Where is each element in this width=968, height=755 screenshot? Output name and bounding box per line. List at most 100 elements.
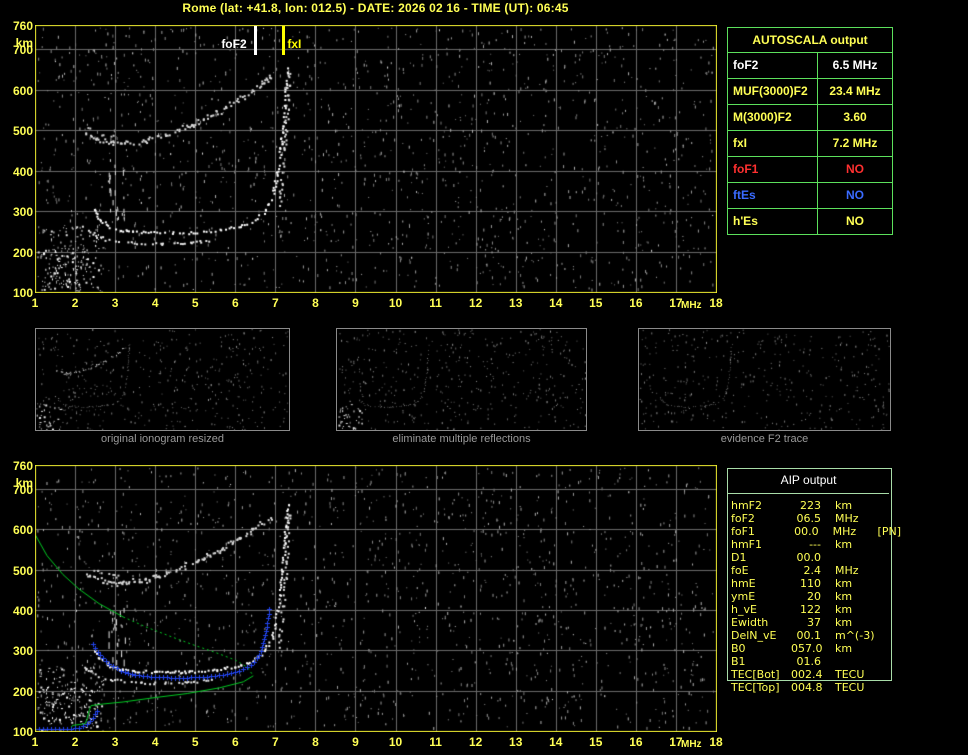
aip-table-separator [728, 493, 889, 494]
aip-param-unit: km [835, 642, 853, 655]
aip-param-value: 2.4 [803, 564, 822, 577]
aip-row-hmE: hmE 110 km [731, 577, 901, 590]
aip-param-value: 110 [800, 577, 821, 590]
aip-row-DelN_vE: DelN_vE 00.1 m^(-3) [731, 629, 901, 642]
bottom-ionogram-plot [35, 465, 717, 732]
y-axis-unit-label: km [15, 476, 33, 490]
aip-param-value: 002.4 [791, 668, 823, 681]
thumbnail-evidence-f2 [638, 328, 891, 431]
aip-row-foF1: foF1 00.0 MHz [PN] [731, 525, 901, 538]
aip-param-value: 122 [800, 603, 821, 616]
x-tick-label: 15 [589, 296, 603, 310]
aip-param-value: 06.5 [796, 512, 822, 525]
y-tick-label: 600 [12, 523, 33, 538]
y-axis-unit-label: km [15, 36, 33, 50]
aip-param-value: 01.6 [796, 655, 822, 668]
thumbnail-caption-eliminate: eliminate multiple reflections [392, 433, 531, 445]
aip-param-label: foF2 [731, 512, 755, 525]
autoscala-param-value: 23.4 MHz [829, 84, 881, 98]
y-tick-label: 300 [12, 205, 33, 220]
autoscala-param-value: NO [846, 214, 864, 228]
thumbnail-eliminate-reflections [336, 328, 587, 431]
aip-param-value: 057.0 [791, 642, 823, 655]
x-tick-label: 11 [429, 735, 442, 749]
autoscala-row-foF1: foF1 NO [728, 157, 892, 183]
y-tick-label: 600 [12, 83, 33, 98]
foF2-marker-label: foF2 [221, 37, 247, 51]
x-axis-unit-label: MHz [681, 739, 702, 750]
x-tick-label: 13 [509, 296, 523, 310]
x-tick-label: 5 [191, 735, 199, 749]
x-tick-label: 5 [191, 296, 199, 310]
x-tick-label: 12 [468, 296, 483, 310]
x-tick-label: 11 [429, 296, 442, 310]
y-tick-label: 200 [12, 245, 33, 260]
autoscala-row-M(3000)F2: M(3000)F2 3.60 [728, 105, 892, 131]
aip-param-unit: km [835, 577, 853, 590]
x-tick-label: 8 [312, 296, 319, 310]
y-tick-label: 760 [12, 19, 33, 33]
fxI-marker-line [282, 26, 286, 55]
foF2-marker-line [254, 26, 258, 55]
aip-param-unit [821, 551, 875, 564]
aip-param-value: 004.8 [791, 681, 823, 694]
y-tick-label: 500 [12, 563, 33, 578]
aip-row-h_vE: h_vE 122 km [731, 603, 901, 616]
y-tick-label: 760 [12, 459, 33, 473]
aip-param-unit: km [835, 590, 853, 603]
aip-param-note: [PN] [877, 525, 901, 538]
x-tick-label: 7 [272, 735, 279, 749]
aip-row-hmF1: hmF1 --- km [731, 538, 901, 551]
thumbnail-original-canvas [36, 329, 289, 430]
x-tick-label: 14 [549, 735, 563, 749]
x-tick-label: 7 [272, 296, 279, 310]
aip-param-label: TEC[Top] [731, 681, 780, 694]
autoscala-param-label: MUF(3000)F2 [728, 79, 818, 104]
autoscala-table-title: AUTOSCALA output [728, 28, 892, 53]
aip-param-label: TEC[Bot] [731, 668, 780, 681]
autoscala-param-label: foF1 [728, 157, 818, 182]
aip-param-label: foE [731, 564, 749, 577]
x-tick-label: 10 [388, 735, 403, 749]
x-tick-label: 3 [111, 296, 119, 310]
aip-param-label: ymE [731, 590, 756, 603]
y-tick-label: 300 [12, 644, 33, 659]
aip-param-value: --- [809, 538, 821, 551]
x-tick-label: 9 [352, 296, 359, 310]
aip-param-unit: km [835, 499, 853, 512]
x-tick-label: 2 [71, 296, 79, 310]
aip-row-hmF2: hmF2 223 km [731, 499, 901, 512]
autoscala-param-label: h'Es [728, 209, 818, 234]
autoscala-param-value: 3.60 [843, 110, 867, 124]
aip-row-foE: foE 2.4 MHz [731, 564, 901, 577]
autoscala-row-h'Es: h'Es NO [728, 209, 892, 234]
x-tick-label: 18 [709, 735, 723, 749]
aip-row-D1: D1 00.0 [731, 551, 901, 564]
thumbnail-caption-original: original ionogram resized [101, 433, 224, 445]
aip-param-unit [821, 655, 875, 668]
aip-param-label: hmE [731, 577, 756, 590]
aip-param-label: D1 [731, 551, 747, 564]
aip-param-unit: MHz [832, 525, 857, 538]
aip-param-label: hmF2 [731, 499, 763, 512]
autoscala-row-MUF(3000)F2: MUF(3000)F2 23.4 MHz [728, 79, 892, 105]
thumbnail-evidence-canvas [639, 329, 890, 430]
x-tick-label: 6 [231, 735, 239, 749]
y-tick-label: 400 [12, 604, 33, 619]
aip-param-value: 37 [807, 616, 821, 629]
aip-param-label: foF1 [731, 525, 755, 538]
x-tick-label: 8 [312, 735, 319, 749]
x-tick-label: 12 [468, 735, 483, 749]
autoscala-row-ftEs: ftEs NO [728, 183, 892, 209]
y-tick-label: 200 [12, 684, 33, 699]
aip-row-TEC[Bot]: TEC[Bot] 002.4 TECU [731, 668, 901, 681]
autoscala-output-table: AUTOSCALA output foF2 6.5 MHz MUF(3000)F2 2… [727, 27, 893, 235]
x-tick-label: 13 [509, 735, 523, 749]
autoscala-param-label: ftEs [728, 183, 818, 208]
x-tick-label: 16 [629, 735, 643, 749]
x-axis-unit-label: MHz [681, 300, 702, 311]
autoscala-param-value: NO [846, 188, 864, 202]
x-tick-label: 4 [151, 296, 159, 310]
aip-row-ymE: ymE 20 km [731, 590, 901, 603]
aip-param-value: 00.0 [796, 551, 822, 564]
